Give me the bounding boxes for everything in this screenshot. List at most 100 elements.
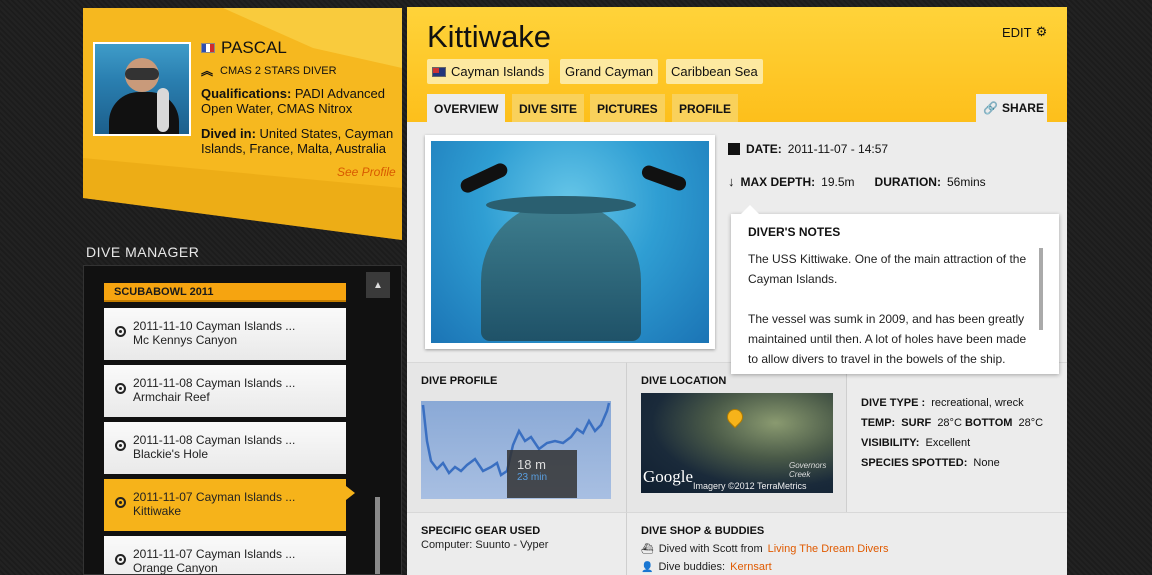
diver-avatar[interactable] bbox=[93, 42, 191, 136]
diver-dived-in: Dived in: United States, Cayman Islands,… bbox=[201, 126, 401, 156]
dive-manager-title: DIVE MANAGER bbox=[86, 244, 200, 260]
edit-button[interactable]: EDIT ⚙ bbox=[1002, 24, 1047, 40]
buddies-line: 👤 Dive buddies: Kernsart bbox=[641, 561, 772, 573]
dive-item-date: 2011-11-08 Cayman Islands ... bbox=[133, 433, 296, 447]
google-logo: Google bbox=[643, 467, 694, 486]
duration-value: 56mins bbox=[946, 174, 986, 189]
active-item-pointer bbox=[346, 486, 355, 500]
surf-value: 28°C bbox=[937, 417, 962, 429]
dive-type: DIVE TYPE : recreational, wreck bbox=[861, 397, 1024, 409]
dive-type-value: recreational, wreck bbox=[931, 397, 1024, 409]
dive-item-date: 2011-11-07 Cayman Islands ... bbox=[133, 547, 296, 561]
dive-detail-panel: Kittiwake EDIT ⚙ Cayman Islands Grand Ca… bbox=[407, 7, 1067, 575]
species-spotted: SPECIES SPOTTED: None bbox=[861, 457, 1000, 469]
temp-label: TEMP: bbox=[861, 417, 896, 429]
dive-item-date: 2011-11-08 Cayman Islands ... bbox=[133, 376, 296, 390]
dive-photo[interactable] bbox=[431, 141, 709, 343]
dive-list-item[interactable]: 2011-11-08 Cayman Islands ... Blackie's … bbox=[104, 422, 346, 474]
visibility-label: VISIBILITY: bbox=[861, 437, 920, 449]
divers-notes-popover: DIVER'S NOTES The USS Kittiwake. One of … bbox=[731, 205, 1059, 374]
diver-qualifications: Qualifications: PADI Advanced Open Water… bbox=[201, 86, 401, 116]
dive-icon bbox=[115, 326, 126, 337]
dive-icon bbox=[115, 440, 126, 451]
dive-list-item[interactable]: 2011-11-07 Cayman Islands ... Orange Can… bbox=[104, 536, 346, 574]
dive-location-map[interactable]: Google Imagery ©2012 TerraMetrics Govern… bbox=[641, 393, 833, 493]
dive-item-site: Armchair Reef bbox=[133, 390, 210, 404]
gear-value: Computer: Suunto - Vyper bbox=[421, 539, 549, 551]
dive-location-title: DIVE LOCATION bbox=[641, 375, 727, 387]
cayman-flag-icon bbox=[432, 66, 446, 77]
dive-location-section: DIVE LOCATION Google Imagery ©2012 Terra… bbox=[627, 362, 847, 512]
surf-label: SURF bbox=[901, 417, 932, 429]
shop-title: DIVE SHOP & BUDDIES bbox=[641, 525, 765, 537]
dive-group-header[interactable]: SCUBABOWL 2011 bbox=[104, 283, 346, 302]
edit-label: EDIT bbox=[1002, 24, 1032, 40]
dive-item-site: Kittiwake bbox=[133, 504, 182, 518]
dive-icon bbox=[115, 497, 126, 508]
down-arrow-icon: ↓ bbox=[728, 174, 735, 189]
link-icon: 🔗 bbox=[983, 101, 998, 115]
tooltip-depth: 18 m bbox=[517, 457, 546, 472]
dive-depth-duration: ↓ MAX DEPTH: 19.5m DURATION: 56mins bbox=[728, 174, 986, 189]
max-depth-value: 19.5m bbox=[821, 174, 855, 189]
dive-item-date: 2011-11-10 Cayman Islands ... bbox=[133, 319, 296, 333]
tab-pictures[interactable]: PICTURES bbox=[590, 94, 665, 122]
sea-chip[interactable]: Caribbean Sea bbox=[666, 59, 763, 84]
diver-rank-text: CMAS 2 STARS DIVER bbox=[220, 64, 337, 77]
diver-name-text: PASCAL bbox=[221, 38, 287, 57]
dive-list-scrollbar[interactable] bbox=[375, 497, 380, 574]
buddy-icon: 👤 bbox=[641, 561, 654, 573]
dive-date: DATE: 2011-11-07 - 14:57 bbox=[728, 142, 888, 156]
tab-overview[interactable]: OVERVIEW bbox=[427, 94, 506, 122]
bottom-label: BOTTOM bbox=[964, 417, 1013, 429]
dive-list-item[interactable]: 2011-11-08 Cayman Islands ... Armchair R… bbox=[104, 365, 346, 417]
dive-profile-section: DIVE PROFILE 18 m 23 min bbox=[407, 362, 627, 512]
species-value: None bbox=[973, 457, 1000, 469]
shop-buddies-section: DIVE SHOP & BUDDIES ⛴ Dived with Scott f… bbox=[627, 512, 1067, 575]
dive-icon bbox=[115, 554, 126, 565]
duration-label: DURATION: bbox=[874, 174, 941, 189]
share-label: SHARE bbox=[1001, 101, 1044, 115]
country-chip-label: Cayman Islands bbox=[451, 64, 545, 79]
dived-with-text: Dived with Scott from bbox=[658, 543, 763, 555]
dive-header: Kittiwake EDIT ⚙ Cayman Islands Grand Ca… bbox=[407, 7, 1067, 122]
notes-paragraph: The USS Kittiwake. One of the main attra… bbox=[748, 252, 1027, 286]
dive-title: Kittiwake bbox=[427, 19, 552, 54]
diver-name: PASCAL bbox=[201, 38, 287, 58]
date-label: DATE: bbox=[746, 142, 782, 156]
buddy-link[interactable]: Kernsart bbox=[730, 561, 772, 573]
share-button[interactable]: 🔗 SHARE bbox=[976, 94, 1047, 122]
date-value: 2011-11-07 - 14:57 bbox=[787, 142, 889, 156]
scroll-up-button[interactable]: ▲ bbox=[366, 272, 390, 298]
dive-photo-frame[interactable] bbox=[425, 135, 715, 349]
map-place-label: Governors Creek bbox=[789, 461, 827, 479]
bottom-value: 28°C bbox=[1018, 417, 1044, 429]
dive-item-date: 2011-11-07 Cayman Islands ... bbox=[133, 490, 296, 504]
qualifications-label: Qualifications: bbox=[201, 86, 292, 101]
map-credit: Imagery ©2012 TerraMetrics bbox=[693, 481, 807, 491]
buddies-text: Dive buddies: bbox=[658, 561, 726, 573]
tab-dive-site[interactable]: DIVE SITE bbox=[512, 94, 585, 122]
dive-profile-title: DIVE PROFILE bbox=[421, 375, 498, 387]
dive-item-site: Blackie's Hole bbox=[133, 447, 208, 461]
country-chip[interactable]: Cayman Islands bbox=[427, 59, 550, 84]
rank-chevron-icon: ︽ bbox=[201, 64, 214, 78]
dive-list-item-active[interactable]: 2011-11-07 Cayman Islands ... Kittiwake bbox=[104, 479, 346, 531]
dive-icon bbox=[115, 383, 126, 394]
dive-shop-link[interactable]: Living The Dream Divers bbox=[768, 543, 889, 555]
notes-scrollbar[interactable] bbox=[1039, 248, 1043, 330]
dived-with-line: ⛴ Dived with Scott from Living The Dream… bbox=[641, 543, 888, 555]
see-profile-link[interactable]: See Profile bbox=[337, 165, 396, 179]
map-pin-icon[interactable] bbox=[723, 405, 747, 429]
dive-profile-chart[interactable]: 18 m 23 min bbox=[421, 401, 611, 499]
dive-item-site: Mc Kennys Canyon bbox=[133, 333, 238, 347]
visibility-value: Excellent bbox=[925, 437, 971, 449]
dived-in-label: Dived in: bbox=[201, 126, 256, 141]
gear-section: SPECIFIC GEAR USED Computer: Suunto - Vy… bbox=[407, 512, 627, 575]
dive-visibility: VISIBILITY: Excellent bbox=[861, 437, 970, 449]
gear-title: SPECIFIC GEAR USED bbox=[421, 525, 541, 537]
dive-list-item[interactable]: 2011-11-10 Cayman Islands ... Mc Kennys … bbox=[104, 308, 346, 360]
notes-paragraph: The vessel was sumk in 2009, and has bee… bbox=[748, 312, 1027, 366]
tab-profile[interactable]: PROFILE bbox=[672, 94, 739, 122]
region-chip[interactable]: Grand Cayman bbox=[560, 59, 659, 84]
